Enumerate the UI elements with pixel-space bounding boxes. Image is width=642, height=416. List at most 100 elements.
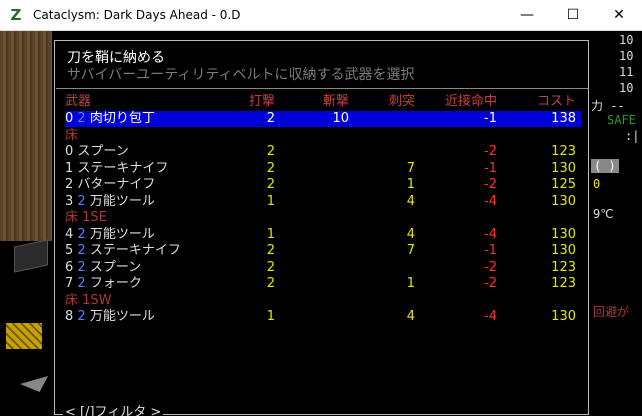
weapon-row[interactable]: 6 2 スプーン 2 -2 123 — [65, 260, 581, 276]
item-quantity: 2 — [77, 309, 86, 324]
dialog-subtitle: サバイバーユーティリティベルトに収納する武器を選択 — [67, 67, 415, 83]
weapon-name-cell: 6 2 スプーン — [65, 260, 141, 276]
item-index: 0 — [65, 144, 74, 159]
sidebar-safe-mode: SAFE — [607, 113, 636, 127]
weapon-row[interactable]: 7 2 フォーク 2 1 -2 123 — [65, 276, 581, 292]
stab-value: 1 — [406, 276, 415, 291]
cost-value: 138 — [551, 111, 576, 126]
sidebar-panel: 10 10 11 10 力 -- SAFE :| ( ) 0 9℃ 回避が — [589, 31, 642, 416]
weapon-name-cell: 8 2 万能ツール — [65, 309, 155, 325]
window-title: Cataclysm: Dark Days Ahead - 0.D — [33, 8, 241, 22]
item-index: 6 — [65, 259, 74, 275]
header-stab: 刺突 — [388, 94, 415, 109]
stab-value: 1 — [406, 177, 415, 192]
to-hit-value: -1 — [484, 111, 497, 126]
wall-tiles — [0, 31, 52, 251]
to-hit-value: -2 — [484, 177, 497, 192]
item-index: 0 — [65, 111, 74, 126]
bash-value: 2 — [266, 243, 275, 258]
item-index: 7 — [65, 276, 74, 291]
to-hit-value: -1 — [484, 243, 497, 258]
category-row: 床 — [65, 128, 581, 144]
item-name: 万能ツール — [89, 193, 155, 209]
sidebar-log-text: 回避が — [593, 305, 630, 319]
bash-value: 2 — [266, 160, 275, 176]
column-header-row: 武器 打撃 斬撃 刺突 近接命中 コスト — [65, 94, 581, 110]
header-cost: コスト — [536, 94, 576, 109]
maximize-button[interactable]: ☐ — [550, 0, 596, 30]
cost-value: 123 — [551, 259, 576, 275]
weapon-row[interactable]: 0 2 肉切り包丁 2 10 -1 138 — [65, 111, 581, 127]
weapon-name-cell: 0 スプーン — [65, 144, 129, 160]
header-weapon: 武器 — [65, 94, 92, 109]
item-name: 万能ツール — [89, 309, 155, 324]
cataclysm-z-icon: Z — [8, 7, 24, 23]
category-row: 床 1SW — [65, 293, 581, 309]
sidebar-face: :| — [625, 129, 640, 143]
item-index: 5 — [65, 243, 74, 258]
close-button[interactable]: ✕ — [596, 0, 642, 30]
stab-value: 4 — [406, 193, 415, 209]
to-hit-value: -2 — [484, 144, 497, 159]
to-hit-value: -4 — [484, 309, 497, 324]
header-bash: 打撃 — [248, 94, 275, 109]
cost-value: 123 — [551, 144, 576, 159]
to-hit-value: -2 — [484, 276, 497, 291]
category-label: 床 — [65, 127, 79, 143]
stab-value: 7 — [406, 160, 415, 176]
bash-value: 2 — [266, 177, 275, 192]
bash-value: 2 — [266, 144, 275, 159]
minimize-button[interactable]: — — [504, 0, 550, 30]
bash-value: 1 — [266, 309, 275, 324]
item-quantity: 2 — [77, 243, 86, 258]
weapon-name-cell: 5 2 ステーキナイフ — [65, 243, 181, 259]
item-sprite-yellow — [6, 323, 42, 349]
item-quantity: 2 — [77, 276, 86, 291]
cost-value: 130 — [551, 309, 576, 324]
header-cut: 斬撃 — [322, 94, 349, 109]
sidebar-value: 0 — [593, 177, 601, 191]
bash-value: 2 — [266, 276, 275, 291]
weapon-row[interactable]: 0 スプーン 2 -2 123 — [65, 144, 581, 160]
weapon-row[interactable]: 5 2 ステーキナイフ 2 7 -1 130 — [65, 243, 581, 259]
to-hit-value: -4 — [484, 226, 497, 242]
weapon-name-cell: 1 ステーキナイフ — [65, 161, 168, 177]
header-to-hit: 近接命中 — [444, 94, 497, 109]
weapon-row[interactable]: 8 2 万能ツール 1 4 -4 130 — [65, 309, 581, 325]
weapon-row[interactable]: 1 ステーキナイフ 2 7 -1 130 — [65, 161, 581, 177]
cost-value: 123 — [551, 276, 576, 291]
item-quantity: 2 — [77, 193, 86, 209]
item-index: 2 — [65, 177, 74, 192]
bash-value: 1 — [266, 226, 275, 242]
category-row: 床 1SE — [65, 210, 581, 226]
weapon-name-cell: 0 2 肉切り包丁 — [65, 111, 155, 127]
weapon-row[interactable]: 3 2 万能ツール 1 4 -4 130 — [65, 194, 581, 210]
item-quantity: 2 — [77, 259, 86, 275]
game-viewport: 10 10 11 10 力 -- SAFE :| ( ) 0 9℃ 回避が 刀を… — [0, 31, 642, 416]
cost-value: 130 — [551, 243, 576, 258]
weapon-row[interactable]: 4 2 万能ツール 1 4 -4 130 — [65, 227, 581, 243]
filter-hint[interactable]: < [/]フィルタ > — [63, 401, 164, 416]
weapon-row[interactable]: 2 バターナイフ 2 1 -2 125 — [65, 177, 581, 193]
item-name: フォーク — [89, 276, 142, 291]
sidebar-temperature: 9℃ — [593, 207, 614, 221]
weapon-name-cell: 4 2 万能ツール — [65, 227, 155, 243]
item-quantity: 2 — [77, 111, 86, 126]
to-hit-value: -1 — [484, 160, 497, 176]
item-name: スプーン — [89, 259, 142, 275]
stab-value: 7 — [406, 243, 415, 258]
item-name: 肉切り包丁 — [89, 111, 155, 126]
weapon-name-cell: 7 2 フォーク — [65, 276, 142, 292]
weapon-name-cell: 3 2 万能ツール — [65, 194, 155, 210]
sidebar-stat-2: 10 — [619, 49, 634, 63]
cost-value: 125 — [551, 177, 576, 192]
bash-value: 2 — [266, 259, 275, 275]
item-name: 万能ツール — [89, 226, 155, 242]
item-index: 4 — [65, 226, 74, 242]
sidebar-meter: ( ) — [591, 159, 619, 173]
cost-value: 130 — [551, 193, 576, 209]
window-titlebar: Z Cataclysm: Dark Days Ahead - 0.D — ☐ ✕ — [0, 0, 642, 31]
item-name: スプーン — [77, 144, 129, 159]
cut-value: 10 — [332, 111, 349, 126]
item-quantity: 2 — [77, 226, 86, 242]
